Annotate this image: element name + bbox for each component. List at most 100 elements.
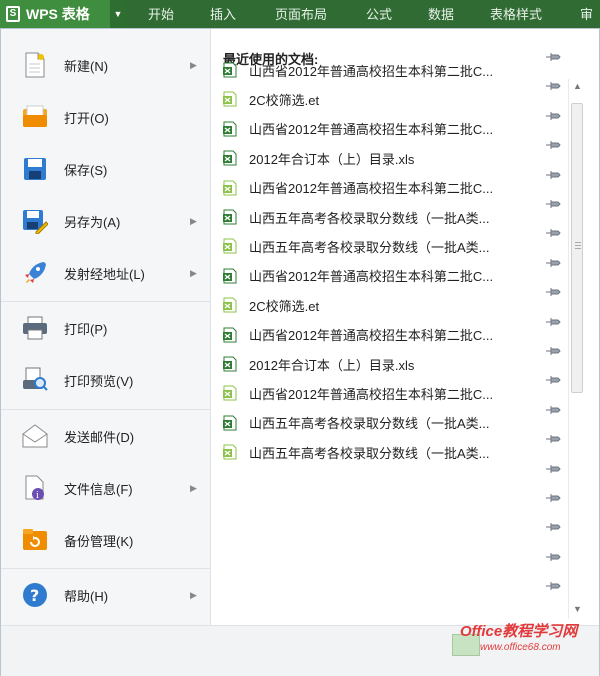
- excel-file-icon: [222, 209, 238, 225]
- pin-icon[interactable]: [545, 580, 561, 592]
- pin-icon[interactable]: [545, 198, 561, 210]
- app-menu-button[interactable]: S WPS 表格 ▼: [0, 0, 126, 28]
- menu-label-send-address: 发射经地址(L): [64, 266, 145, 282]
- open-folder-icon: [21, 103, 49, 131]
- et-file-icon: [222, 180, 238, 196]
- menu-item-help[interactable]: ? 帮助(H) ▶: [1, 571, 211, 619]
- excel-file-icon: [222, 327, 238, 343]
- menu-divider: [1, 301, 211, 302]
- pin-icon[interactable]: [545, 433, 561, 445]
- recent-document-item[interactable]: 山西五年高考各校录取分数线（一批A类...: [217, 410, 561, 436]
- recent-document-item[interactable]: 山西省2012年普通高校招生本科第二批C...: [217, 116, 561, 142]
- recent-document-name: 山西省2012年普通高校招生本科第二批C...: [249, 63, 494, 79]
- recent-document-name: 2C校筛选.et: [249, 298, 320, 314]
- chevron-right-icon: ▶: [190, 589, 197, 600]
- recent-document-name: 山西省2012年普通高校招生本科第二批C...: [249, 269, 494, 285]
- et-file-icon: [222, 297, 238, 313]
- menu-label-open: 打开(O): [64, 110, 109, 126]
- et-file-icon: [222, 91, 238, 107]
- pin-icon[interactable]: [545, 492, 561, 504]
- pin-icon[interactable]: [545, 404, 561, 416]
- recent-document-item[interactable]: 山西省2012年普通高校招生本科第二批C...: [217, 380, 561, 406]
- pin-icon[interactable]: [545, 169, 561, 181]
- pin-icon[interactable]: [545, 316, 561, 328]
- et-file-icon: [222, 385, 238, 401]
- svg-text:i: i: [36, 491, 39, 501]
- recent-document-item[interactable]: 山西省2012年普通高校招生本科第二批C...: [217, 175, 561, 201]
- recent-document-item[interactable]: 山西省2012年普通高校招生本科第二批C...: [217, 57, 561, 83]
- menu-label-backup: 备份管理(K): [64, 533, 134, 549]
- excel-file-icon: [222, 150, 238, 166]
- tab-table-style[interactable]: 表格样式: [490, 0, 542, 28]
- menu-item-save[interactable]: 保存(S): [1, 145, 211, 193]
- menu-item-file-info[interactable]: i 文件信息(F) ▶: [1, 464, 211, 512]
- pin-icon[interactable]: [545, 257, 561, 269]
- pin-icon[interactable]: [545, 51, 561, 63]
- menu-item-backup[interactable]: 备份管理(K): [1, 516, 211, 564]
- recent-document-item[interactable]: 山西五年高考各校录取分数线（一批A类...: [217, 233, 561, 259]
- envelope-icon: [21, 422, 49, 450]
- pin-icon[interactable]: [545, 345, 561, 357]
- recent-document-item[interactable]: 2C校筛选.et: [217, 86, 561, 112]
- menu-item-send-address[interactable]: 发射经地址(L) ▶: [1, 249, 211, 297]
- tab-insert[interactable]: 插入: [210, 0, 236, 28]
- recent-list-scrollbar[interactable]: ▲ ▼: [568, 79, 584, 619]
- recent-document-name: 山西省2012年普通高校招生本科第二批C...: [249, 328, 494, 344]
- pin-icon[interactable]: [545, 227, 561, 239]
- menu-item-print-preview[interactable]: 打印预览(V): [1, 356, 211, 404]
- pin-icon[interactable]: [545, 80, 561, 92]
- pin-icon[interactable]: [545, 286, 561, 298]
- watermark-logo: Office教程学习网: [460, 623, 578, 640]
- backup-folder-icon: [21, 526, 49, 554]
- recent-document-name: 2C校筛选.et: [249, 92, 320, 108]
- pin-icon[interactable]: [545, 551, 561, 563]
- recent-document-item[interactable]: 2C校筛选.et: [217, 292, 561, 318]
- menu-label-save: 保存(S): [64, 162, 108, 178]
- recent-document-item[interactable]: 2012年合订本（上）目录.xls: [217, 351, 561, 377]
- menu-item-open[interactable]: 打开(O): [1, 93, 211, 141]
- recent-document-name: 山西五年高考各校录取分数线（一批A类...: [249, 416, 490, 432]
- excel-file-icon: [222, 121, 238, 137]
- pin-icon[interactable]: [545, 110, 561, 122]
- scroll-down-arrow-icon[interactable]: ▼: [573, 604, 582, 614]
- tab-home[interactable]: 开始: [148, 0, 174, 28]
- chevron-down-icon[interactable]: ▼: [110, 0, 126, 28]
- recent-document-item[interactable]: 山西省2012年普通高校招生本科第二批C...: [217, 263, 561, 289]
- recent-document-item[interactable]: 山西五年高考各校录取分数线（一批A类...: [217, 204, 561, 230]
- menu-label-print-preview: 打印预览(V): [64, 373, 134, 389]
- tab-formulas[interactable]: 公式: [366, 0, 392, 28]
- chevron-right-icon: ▶: [190, 215, 197, 226]
- menu-item-print[interactable]: 打印(P): [1, 304, 211, 352]
- recent-document-name: 山西五年高考各校录取分数线（一批A类...: [249, 445, 490, 461]
- menu-divider: [1, 568, 211, 569]
- recent-document-item[interactable]: 山西五年高考各校录取分数线（一批A类...: [217, 439, 561, 465]
- printer-icon: [21, 314, 49, 342]
- menu-item-send-email[interactable]: 发送邮件(D): [1, 412, 211, 460]
- menu-divider: [1, 409, 211, 410]
- recent-document-name: 山西省2012年普通高校招生本科第二批C...: [249, 181, 494, 197]
- pin-icon[interactable]: [545, 521, 561, 533]
- chevron-right-icon: ▶: [190, 267, 197, 278]
- print-preview-icon: [21, 366, 49, 394]
- new-document-icon: [21, 51, 49, 79]
- chevron-right-icon: ▶: [190, 59, 197, 70]
- scroll-up-arrow-icon[interactable]: ▲: [573, 81, 582, 91]
- tab-page-layout[interactable]: 页面布局: [275, 0, 327, 28]
- recent-document-name: 山西五年高考各校录取分数线（一批A类...: [249, 239, 490, 255]
- menu-item-new[interactable]: 新建(N) ▶: [1, 41, 211, 89]
- tab-data[interactable]: 数据: [428, 0, 454, 28]
- tab-review[interactable]: 审阅: [580, 0, 600, 52]
- menu-label-help: 帮助(H): [64, 588, 109, 604]
- rocket-icon: [21, 259, 49, 287]
- help-icon: ?: [21, 581, 49, 609]
- recent-document-item[interactable]: 山西省2012年普通高校招生本科第二批C...: [217, 322, 561, 348]
- recent-document-item[interactable]: 2012年合订本（上）目录.xls: [217, 145, 561, 171]
- pin-icon[interactable]: [545, 374, 561, 386]
- menu-label-send-email: 发送邮件(D): [64, 429, 135, 445]
- scrollbar-thumb[interactable]: [571, 103, 583, 393]
- excel-file-icon: [222, 415, 238, 431]
- menu-label-file-info: 文件信息(F): [64, 481, 133, 497]
- pin-icon[interactable]: [545, 139, 561, 151]
- pin-icon[interactable]: [545, 463, 561, 475]
- menu-item-save-as[interactable]: 另存为(A) ▶: [1, 197, 211, 245]
